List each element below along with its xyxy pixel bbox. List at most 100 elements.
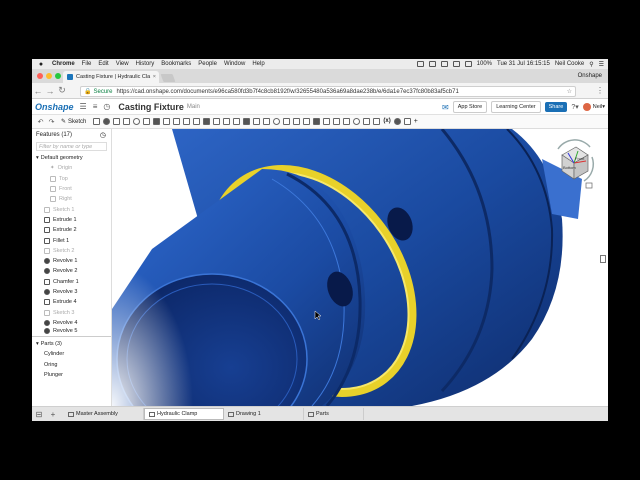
loft-tool-icon[interactable]: [123, 118, 131, 125]
parts-list-header[interactable]: ▾ Parts (3): [32, 339, 111, 349]
menu-people[interactable]: People: [198, 61, 217, 67]
feature-item-right[interactable]: Right: [32, 194, 111, 204]
tab-parts[interactable]: Parts: [304, 408, 364, 420]
add-tab-icon[interactable]: +: [46, 410, 60, 419]
maximize-window-button[interactable]: [55, 73, 61, 79]
feature-item-revolve-1[interactable]: Revolve 1: [32, 256, 111, 266]
draft-tool-icon[interactable]: [163, 118, 171, 125]
model-render[interactable]: [112, 129, 608, 406]
hamburger-menu-icon[interactable]: ☰: [80, 102, 87, 111]
menu-view[interactable]: View: [116, 61, 129, 67]
feature-item-sketch-1[interactable]: Sketch 1: [32, 204, 111, 214]
add-custom-feature-icon[interactable]: +: [414, 118, 418, 125]
menu-window[interactable]: Window: [224, 61, 245, 67]
part-item-plunger[interactable]: Plunger: [32, 370, 111, 381]
feature-item-sketch-2[interactable]: Sketch 2: [32, 246, 111, 256]
mirror-tool-icon[interactable]: [223, 118, 231, 125]
feature-item-revolve-4[interactable]: Revolve 4: [32, 318, 111, 328]
rib-tool-icon[interactable]: [173, 118, 181, 125]
url-input[interactable]: 🔒 Secure https://cad.onshape.com/documen…: [80, 86, 576, 97]
comments-icon[interactable]: ✉: [442, 103, 449, 112]
feature-item-default-geometry[interactable]: ▾ Default geometry: [32, 153, 111, 163]
menu-history[interactable]: History: [136, 61, 155, 67]
menu-app[interactable]: Chrome: [52, 61, 75, 67]
search-tools-icon[interactable]: [403, 118, 411, 125]
browser-tab[interactable]: Casting Fixture | Hydraulic Cla ×: [63, 71, 159, 83]
revolve-tool-icon[interactable]: [103, 118, 111, 125]
replace-face-tool-icon[interactable]: [293, 118, 301, 125]
move-face-tool-icon[interactable]: [283, 118, 291, 125]
graphics-viewport[interactable]: Front Bottom: [112, 129, 608, 406]
feature-item-extrude-4[interactable]: Extrude 4: [32, 297, 111, 307]
part-item-cylinder[interactable]: Cylinder: [32, 349, 111, 360]
app-store-button[interactable]: App Store: [452, 101, 488, 113]
status-icon[interactable]: [440, 61, 448, 67]
fillet-tool-icon[interactable]: [143, 118, 151, 125]
versions-icon[interactable]: ◷: [103, 102, 110, 111]
menu-bookmarks[interactable]: Bookmarks: [161, 61, 191, 67]
menu-edit[interactable]: Edit: [98, 61, 108, 67]
user-name[interactable]: Neil Cooke: [555, 61, 584, 67]
notification-center-icon[interactable]: ☰: [599, 61, 604, 68]
measure-tool-icon[interactable]: [353, 118, 361, 125]
sweep-tool-icon[interactable]: [113, 118, 121, 125]
menu-help[interactable]: Help: [252, 61, 264, 67]
back-button[interactable]: ←: [32, 86, 44, 96]
menu-file[interactable]: File: [82, 61, 92, 67]
status-icon[interactable]: [428, 61, 436, 67]
hole-tool-icon[interactable]: [193, 118, 201, 125]
view-options-icon[interactable]: [585, 182, 593, 189]
render-tool-icon[interactable]: [373, 118, 381, 125]
helix-tool-icon[interactable]: [323, 118, 331, 125]
section-view-tool-icon[interactable]: [363, 118, 371, 125]
tab-list-icon[interactable]: ⊟: [32, 410, 46, 419]
undo-icon[interactable]: ↶: [35, 118, 46, 126]
shell-tool-icon[interactable]: [183, 118, 191, 125]
plane-tool-icon[interactable]: [313, 118, 321, 125]
feature-item-fillet-1[interactable]: Fillet 1: [32, 235, 111, 245]
rollback-clock-icon[interactable]: ◷: [100, 131, 106, 139]
tab-master-assembly[interactable]: Master Assembly: [64, 408, 144, 420]
sheet-metal-tool-icon[interactable]: [333, 118, 341, 125]
delete-part-tool-icon[interactable]: [263, 118, 271, 125]
bookmark-star-icon[interactable]: ☆: [567, 88, 572, 95]
minimize-window-button[interactable]: [46, 73, 52, 79]
feature-item-sketch-3[interactable]: Sketch 3: [32, 307, 111, 317]
wifi-icon[interactable]: [464, 61, 472, 67]
learning-center-button[interactable]: Learning Center: [491, 101, 541, 113]
battery-percent[interactable]: 100%: [477, 61, 492, 67]
feature-item-revolve-2[interactable]: Revolve 2: [32, 266, 111, 276]
new-tab-button[interactable]: [160, 74, 176, 82]
feature-item-chamfer-1[interactable]: Chamfer 1: [32, 277, 111, 287]
clock[interactable]: Tue 31 Jul 16:15:15: [497, 61, 550, 67]
variable-tool-icon[interactable]: (x): [383, 118, 390, 125]
transform-tool-icon[interactable]: [253, 118, 261, 125]
feature-item-origin[interactable]: ✦ Origin: [32, 163, 111, 173]
close-tab-icon[interactable]: ×: [153, 74, 156, 80]
tab-hydraulic-clamp[interactable]: Hydraulic Clamp: [144, 408, 224, 420]
appearance-panel-icon[interactable]: [600, 255, 606, 263]
panel-divider[interactable]: [32, 336, 111, 338]
user-menu[interactable]: Neil▾: [582, 103, 605, 111]
help-button[interactable]: ?▾: [571, 103, 578, 111]
branch-label[interactable]: Main: [187, 104, 200, 110]
modify-fillet-tool-icon[interactable]: [273, 118, 281, 125]
part-item-oring[interactable]: Oring: [32, 360, 111, 371]
feature-item-extrude-2[interactable]: Extrude 2: [32, 225, 111, 235]
offset-surface-tool-icon[interactable]: [303, 118, 311, 125]
tab-drawing-1[interactable]: Drawing 1: [224, 408, 304, 420]
feature-count-label[interactable]: Features (17): [36, 132, 72, 138]
feature-item-revolve-3[interactable]: Revolve 3: [32, 287, 111, 297]
close-window-button[interactable]: [37, 73, 43, 79]
reload-button[interactable]: ↻: [56, 85, 68, 96]
onshape-logo[interactable]: Onshape: [35, 102, 74, 112]
frame-tool-icon[interactable]: [343, 118, 351, 125]
linear-pattern-tool-icon[interactable]: [203, 118, 211, 125]
circular-pattern-tool-icon[interactable]: [213, 118, 221, 125]
redo-icon[interactable]: ↷: [46, 118, 57, 126]
thicken-tool-icon[interactable]: [133, 118, 141, 125]
apple-menu-icon[interactable]: ●: [37, 61, 45, 68]
status-icon[interactable]: [416, 61, 424, 67]
document-menu-icon[interactable]: ≡: [93, 102, 98, 111]
share-button[interactable]: Share: [544, 102, 568, 112]
